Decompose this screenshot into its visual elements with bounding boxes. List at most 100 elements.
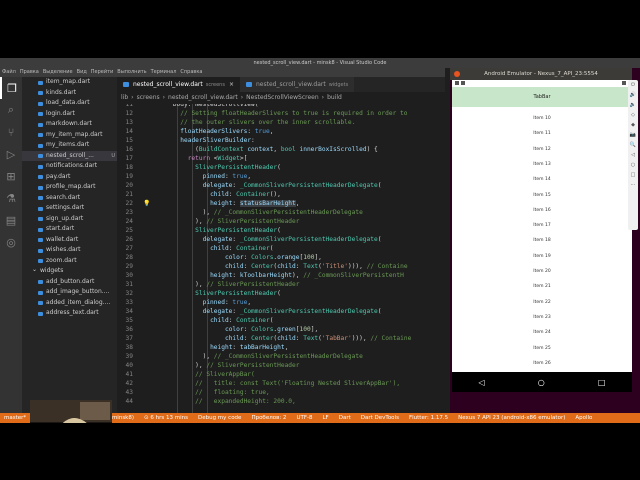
list-item[interactable]: Item 20	[452, 269, 632, 274]
close-icon[interactable]: ×	[229, 81, 234, 88]
explorer-file[interactable]: settings.dart	[22, 203, 117, 214]
code-line[interactable]: 28 color: Colors.orange[100],	[117, 253, 445, 262]
code-line[interactable]: 40 ), // SliverPersistentHeader	[117, 361, 445, 370]
docker-icon[interactable]: ▤	[0, 209, 22, 231]
code-line[interactable]: 39 ), // _CommonSliverPersistentHeaderDe…	[117, 352, 445, 361]
code-line[interactable]: 18 SliverPersistentHeader(	[117, 163, 445, 172]
explorer-folder-widgets[interactable]: widgets	[22, 265, 117, 277]
list-item[interactable]: Item 17	[452, 223, 632, 228]
explorer-file[interactable]: added_item_dialog....	[22, 298, 117, 309]
list-item[interactable]: Item 26	[452, 361, 632, 366]
remote-icon[interactable]: ◎	[0, 231, 22, 253]
menu-item[interactable]: Выделение	[43, 68, 73, 77]
home-icon[interactable]: ○	[538, 378, 545, 387]
code-line[interactable]: 33 pinned: true,	[117, 298, 445, 307]
code-line[interactable]: 26 delegate: _CommonSliverPersistentHead…	[117, 235, 445, 244]
status-item[interactable]: Пробелов: 2	[251, 415, 286, 421]
code-line[interactable]: 25 SliverPersistentHeader(	[117, 226, 445, 235]
list-item[interactable]: Item 14	[452, 177, 632, 182]
code-line[interactable]: 34 delegate: _CommonSliverPersistentHead…	[117, 307, 445, 316]
emulator-toolbar-button[interactable]: ⏻	[628, 80, 638, 90]
emulator-toolbar-button[interactable]: 📷	[628, 130, 638, 140]
code-line[interactable]: 19 pinned: true,	[117, 172, 445, 181]
code-line[interactable]: 20 delegate: _CommonSliverPersistentHead…	[117, 181, 445, 190]
code-line[interactable]: 35 child: Container(	[117, 316, 445, 325]
menu-item[interactable]: Правка	[20, 68, 39, 77]
list-item[interactable]: Item 10	[452, 116, 632, 121]
close-icon[interactable]	[454, 71, 460, 77]
list-item[interactable]: Item 15	[452, 193, 632, 198]
explorer-file[interactable]: item_map.dart	[22, 77, 117, 88]
list-item[interactable]: Item 22	[452, 300, 632, 305]
flask-icon[interactable]: ⚗	[0, 187, 22, 209]
code-line[interactable]: 42 // title: const Text('Floating Nested…	[117, 379, 445, 388]
menu-item[interactable]: Перейти	[91, 68, 114, 77]
list-item[interactable]: Item 16	[452, 208, 632, 213]
code-line[interactable]: 43 // floating: true,	[117, 388, 445, 397]
list-item[interactable]: Item 18	[452, 238, 632, 243]
emulator-toolbar-button[interactable]: 🔉	[628, 100, 638, 110]
status-item[interactable]: Nexus 7 API 23 (android-x86 emulator)	[458, 415, 565, 421]
code-line[interactable]: 41 // SliverAppBar(	[117, 370, 445, 379]
back-icon[interactable]: ◁	[479, 378, 485, 387]
explorer-file[interactable]: my_item_map.dart	[22, 130, 117, 141]
status-item[interactable]: ⊙ 6 hrs 13 mins	[144, 415, 188, 421]
list-item[interactable]: Item 11	[452, 131, 632, 136]
status-item[interactable]: LF	[322, 415, 328, 421]
menu-item[interactable]: Файл	[2, 68, 16, 77]
explorer-file[interactable]: add_image_button....	[22, 287, 117, 298]
list-item[interactable]: Item 24	[452, 330, 632, 335]
source-control-icon[interactable]: ⑂	[0, 121, 22, 143]
explorer-file[interactable]: nested_scroll_... U	[22, 150, 117, 161]
explorer-file[interactable]: pay.dart	[22, 172, 117, 183]
list-item[interactable]: Item 23	[452, 315, 632, 320]
code-line[interactable]: 16 (BuildContext context, bool innerBoxI…	[117, 145, 445, 154]
explorer-file[interactable]: kinds.dart	[22, 88, 117, 99]
status-item[interactable]: Flutter: 1.17.5	[409, 415, 448, 421]
list-item[interactable]: Item 13	[452, 162, 632, 167]
lightbulb-icon[interactable]: 💡	[143, 199, 150, 208]
code-line[interactable]: 30 height: kToolbarHeight), // _CommonSl…	[117, 271, 445, 280]
code-editor[interactable]: 11 body: NestedScrollView(12 // Setting …	[117, 104, 445, 413]
explorer-file[interactable]: add_button.dart	[22, 277, 117, 288]
code-line[interactable]: 38 height: tabBarHeight,	[117, 343, 445, 352]
search-icon[interactable]: ⌕	[0, 99, 22, 121]
recents-icon[interactable]: □	[598, 378, 606, 387]
status-item[interactable]: Dart DevTools	[361, 415, 399, 421]
code-line[interactable]: 27 child: Container(	[117, 244, 445, 253]
breadcrumb-item[interactable]: screens	[137, 92, 160, 104]
emulator-toolbar-button[interactable]: ○	[628, 160, 638, 170]
code-line[interactable]: 21 child: Container(),	[117, 190, 445, 199]
code-line[interactable]: 44 // expandedHeight: 200.0,	[117, 397, 445, 406]
breadcrumb-item[interactable]: build	[327, 92, 342, 104]
emulator-toolbar-button[interactable]: ◁	[628, 150, 638, 160]
emulator-toolbar-button[interactable]: ⋯	[628, 180, 638, 190]
emulator-toolbar-button[interactable]: 🔊	[628, 90, 638, 100]
code-line[interactable]: 14 floatHeaderSlivers: true,	[117, 127, 445, 136]
explorer-file[interactable]: sign_up.dart	[22, 214, 117, 225]
menu-item[interactable]: Выполнить	[117, 68, 146, 77]
editor-tab[interactable]: nested_scroll_view.dart screens ×	[117, 77, 240, 92]
code-line[interactable]: 17 return <Widget>[	[117, 154, 445, 163]
extensions-icon[interactable]: ⊞	[0, 165, 22, 187]
explorer-file[interactable]: my_items.dart	[22, 140, 117, 151]
explorer-file[interactable]: start.dart	[22, 224, 117, 235]
code-line[interactable]: 13 // the outer slivers over the inner s…	[117, 118, 445, 127]
code-line[interactable]: 31 ), // SliverPersistentHeader	[117, 280, 445, 289]
emulator-toolbar-button[interactable]: ◆	[628, 120, 638, 130]
menu-item[interactable]: Вид	[77, 68, 87, 77]
status-item[interactable]: Apollo	[575, 415, 592, 421]
explorer-file[interactable]: notifications.dart	[22, 161, 117, 172]
phone-screen[interactable]: TabBar Item 10 Item 11 Item 12 Item 13 Item …	[452, 80, 632, 372]
code-line[interactable]: 29 child: Center(child: Text('Title'))),…	[117, 262, 445, 271]
explorer-file[interactable]: search.dart	[22, 193, 117, 204]
editor-tab[interactable]: nested_scroll_view.dart widgets	[239, 77, 355, 92]
explorer-file[interactable]: wishes.dart	[22, 245, 117, 256]
breadcrumb-item[interactable]: NestedScrollViewScreen	[246, 92, 318, 104]
list-item[interactable]: Item 12	[452, 147, 632, 152]
code-line[interactable]: 24 ), // SliverPersistentHeader	[117, 217, 445, 226]
emulator-toolbar-button[interactable]: 🔍	[628, 140, 638, 150]
status-item[interactable]: Debug my code	[198, 415, 241, 421]
code-line[interactable]: 22 height: statusBarHeight, 💡	[117, 199, 445, 208]
list-item[interactable]: Item 25	[452, 346, 632, 351]
